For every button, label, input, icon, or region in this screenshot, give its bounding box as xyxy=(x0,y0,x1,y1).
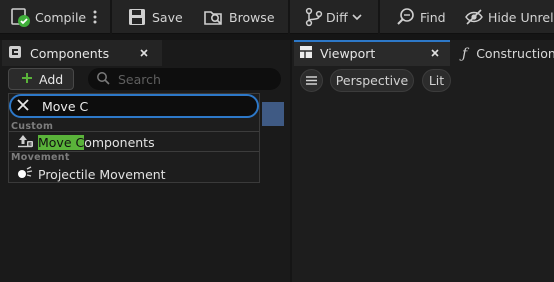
add-component-button[interactable]: Add xyxy=(8,68,74,90)
search-icon xyxy=(96,71,110,88)
toolbar-separator xyxy=(288,0,290,34)
construction-tab-label: Construction xyxy=(476,46,554,61)
toolbar-separator xyxy=(110,0,112,34)
picker-search-input[interactable] xyxy=(42,98,242,114)
hamburger-menu-icon xyxy=(306,73,317,88)
close-icon xyxy=(139,46,149,61)
save-icon xyxy=(128,8,146,26)
category-divider xyxy=(9,131,259,132)
diff-label: Diff xyxy=(326,9,348,25)
list-item-projectile-movement[interactable]: Projectile Movement xyxy=(9,165,259,183)
chevron-down-icon xyxy=(352,13,362,21)
components-tab-icon xyxy=(8,45,22,62)
viewport-options-button[interactable] xyxy=(300,69,323,92)
viewport-tab-label: Viewport xyxy=(320,46,376,61)
hide-unrelated-label: Hide Unrela xyxy=(488,9,554,25)
find-icon xyxy=(396,7,416,27)
close-components-tab-button[interactable] xyxy=(139,42,149,65)
search-match-highlight: Move C xyxy=(38,134,85,150)
plus-icon xyxy=(21,72,33,87)
compile-options-button[interactable] xyxy=(92,0,98,34)
custom-component-icon xyxy=(17,134,34,151)
viewport-tab-icon xyxy=(299,45,313,62)
browse-icon xyxy=(204,8,224,26)
find-label: Find xyxy=(420,9,446,25)
save-label: Save xyxy=(152,9,183,25)
compile-label: Compile xyxy=(35,9,87,25)
lit-view-mode-button[interactable]: Lit xyxy=(422,69,451,92)
components-search-input[interactable] xyxy=(118,71,268,87)
tab-components[interactable]: Components xyxy=(8,42,109,65)
perspective-view-button[interactable]: Perspective xyxy=(330,69,414,92)
selected-component-row[interactable] xyxy=(262,102,284,126)
hide-eye-icon xyxy=(464,7,484,27)
tab-construction-script[interactable]: ƒ Construction xyxy=(462,42,554,65)
components-tab-label: Components xyxy=(30,46,110,61)
toolbar-separator xyxy=(378,0,380,34)
clear-search-icon[interactable] xyxy=(16,98,30,115)
more-options-icon xyxy=(92,9,98,25)
list-item-move-components[interactable]: Move Components xyxy=(9,133,259,151)
item-label: Move Components xyxy=(38,134,155,150)
find-button[interactable]: Find xyxy=(396,0,446,34)
diff-button[interactable]: Diff xyxy=(304,0,362,34)
function-icon: ƒ xyxy=(462,45,468,62)
hide-unrelated-button[interactable]: Hide Unrela xyxy=(464,0,554,34)
compile-button[interactable]: Compile xyxy=(10,0,86,34)
main-toolbar: Compile Save Browse Diff Find Hide Unrel… xyxy=(0,0,554,34)
category-header-movement: Movement xyxy=(11,152,70,163)
close-viewport-tab-button[interactable] xyxy=(430,42,440,65)
components-search-box[interactable] xyxy=(88,68,281,90)
picker-search-box[interactable] xyxy=(9,94,259,118)
diff-icon xyxy=(304,7,324,27)
browse-label: Browse xyxy=(229,9,275,25)
item-label-rest: omponents xyxy=(84,134,155,150)
projectile-movement-icon xyxy=(17,165,34,183)
add-label: Add xyxy=(39,71,64,87)
add-component-dropdown: Custom Move Components Movement Projecti… xyxy=(8,93,260,183)
browse-button[interactable]: Browse xyxy=(204,0,275,34)
tab-viewport[interactable]: Viewport xyxy=(299,42,375,65)
item-label: Projectile Movement xyxy=(38,166,166,182)
save-button[interactable]: Save xyxy=(128,0,183,34)
compile-icon xyxy=(10,6,32,28)
close-icon xyxy=(430,46,440,61)
